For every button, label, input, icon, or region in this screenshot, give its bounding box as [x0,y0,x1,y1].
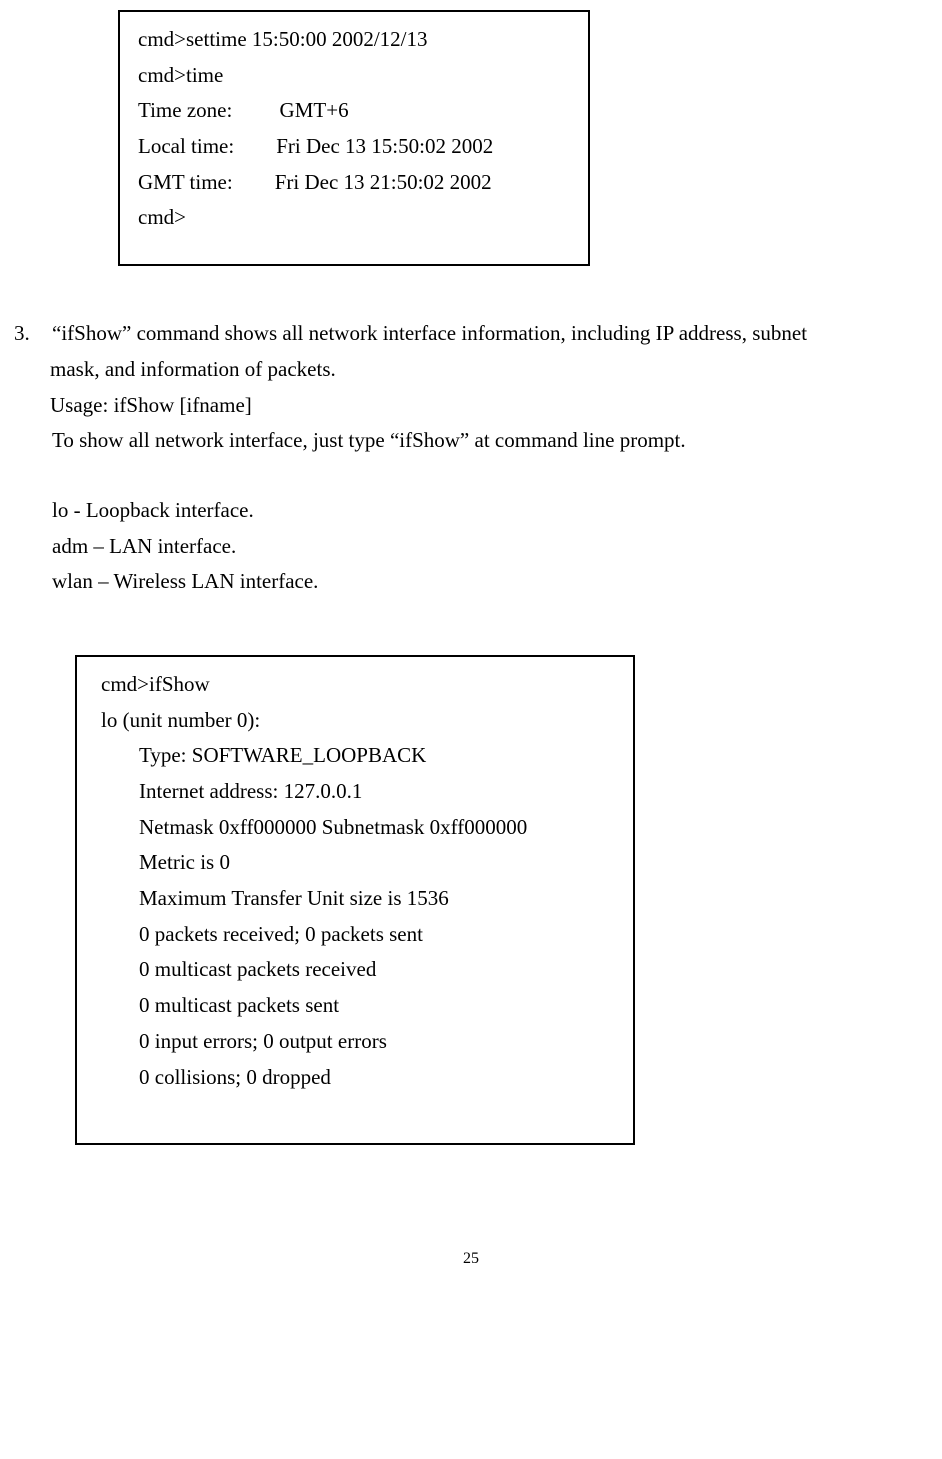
console-line: cmd>time [138,58,578,94]
paragraph-text: adm – LAN interface. [52,529,912,565]
list-number: 3. [14,316,52,352]
console-line: cmd>settime 15:50:00 2002/12/13 [138,22,578,58]
console-line: cmd> [138,200,578,236]
console-line: 0 multicast packets sent [101,988,615,1024]
console-line: Maximum Transfer Unit size is 1536 [101,881,615,917]
console-line: GMT time: Fri Dec 13 21:50:02 2002 [138,165,578,201]
paragraph-text: To show all network interface, just type… [52,423,912,459]
console-line: Time zone: GMT+6 [138,93,578,129]
paragraph-text: Usage: ifShow [ifname] [50,388,912,424]
console-line: cmd>ifShow [101,667,615,703]
console-line: 0 packets received; 0 packets sent [101,917,615,953]
page-number: 25 [10,1245,932,1272]
paragraph-text: mask, and information of packets. [50,352,912,388]
page-content: cmd>settime 15:50:00 2002/12/13 cmd>time… [0,10,942,1272]
console-line: Metric is 0 [101,845,615,881]
paragraph-text: wlan – Wireless LAN interface. [52,564,912,600]
list-item-3: 3. “ifShow” command shows all network in… [14,316,932,352]
console-line: Type: SOFTWARE_LOOPBACK [101,738,615,774]
console-output-time: cmd>settime 15:50:00 2002/12/13 cmd>time… [118,10,590,266]
console-output-ifshow: cmd>ifShow lo (unit number 0): Type: SOF… [75,655,635,1145]
console-line: 0 input errors; 0 output errors [101,1024,615,1060]
paragraph-text: “ifShow” command shows all network inter… [52,316,912,352]
console-line: Local time: Fri Dec 13 15:50:02 2002 [138,129,578,165]
console-line: 0 multicast packets received [101,952,615,988]
console-line: Internet address: 127.0.0.1 [101,774,615,810]
console-line: lo (unit number 0): [101,703,615,739]
console-line: 0 collisions; 0 dropped [101,1060,615,1096]
paragraph-text: lo - Loopback interface. [52,493,912,529]
list-body: “ifShow” command shows all network inter… [52,316,912,352]
console-line: Netmask 0xff000000 Subnetmask 0xff000000 [101,810,615,846]
